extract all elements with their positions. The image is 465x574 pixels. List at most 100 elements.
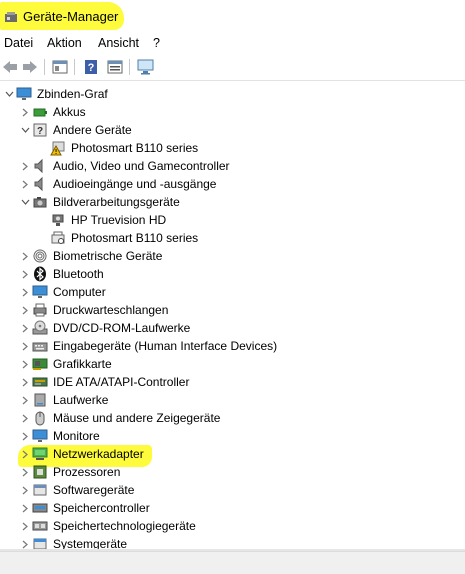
tree-item-photosmart-scanner[interactable]: Photosmart B110 series bbox=[36, 229, 198, 247]
tree-item-audioeingaenge[interactable]: Audioeingänge und -ausgänge bbox=[18, 175, 216, 193]
storage-controller-icon bbox=[32, 500, 48, 516]
menu-ansicht[interactable]: Ansicht bbox=[98, 36, 139, 50]
chevron-right-icon[interactable] bbox=[18, 337, 32, 355]
svg-text:?: ? bbox=[37, 126, 43, 137]
tree-item-akkus[interactable]: Akkus bbox=[18, 103, 86, 121]
chevron-right-icon[interactable] bbox=[18, 391, 32, 409]
tree-item-label: Bluetooth bbox=[53, 267, 104, 281]
tree-item-label: Biometrische Geräte bbox=[53, 249, 163, 263]
chevron-right-icon[interactable] bbox=[18, 283, 32, 301]
chevron-right-icon[interactable] bbox=[18, 445, 32, 463]
tree-item-monitore[interactable]: Monitore bbox=[18, 427, 100, 445]
tree-item-label: Monitore bbox=[53, 429, 100, 443]
tree-item-ide-ata[interactable]: IDE ATA/ATAPI-Controller bbox=[18, 373, 189, 391]
menu-bar: Datei Aktion Ansicht ? bbox=[0, 34, 465, 54]
chevron-down-icon[interactable] bbox=[18, 193, 32, 211]
tree-item-label: Bildverarbeitungsgeräte bbox=[53, 195, 180, 209]
bluetooth-icon bbox=[32, 266, 48, 282]
chevron-right-icon[interactable] bbox=[18, 409, 32, 427]
speaker-icon bbox=[32, 158, 48, 174]
svg-text:?: ? bbox=[88, 62, 95, 74]
chevron-right-icon[interactable] bbox=[18, 175, 32, 193]
chevron-right-icon[interactable] bbox=[18, 517, 32, 535]
menu-datei[interactable]: Datei bbox=[4, 36, 33, 50]
tree-item-druckwarteschlangen[interactable]: Druckwarteschlangen bbox=[18, 301, 168, 319]
tree-item-bildverarbeitung[interactable]: Bildverarbeitungsgeräte bbox=[18, 193, 180, 211]
fingerprint-icon bbox=[32, 248, 48, 264]
chevron-right-icon[interactable] bbox=[18, 103, 32, 121]
printer-icon bbox=[32, 302, 48, 318]
chevron-right-icon[interactable] bbox=[18, 499, 32, 517]
tree-item-eingabegeraete[interactable]: Eingabegeräte (Human Interface Devices) bbox=[18, 337, 277, 355]
tree-item-label: Speichertechnologiegeräte bbox=[53, 519, 196, 533]
tree-item-label: Photosmart B110 series bbox=[71, 231, 199, 245]
tree-item-maeuse[interactable]: Mäuse und andere Zeigegeräte bbox=[18, 409, 220, 427]
forward-icon[interactable] bbox=[21, 58, 39, 76]
view-icon[interactable] bbox=[106, 58, 124, 76]
help-icon[interactable]: ? bbox=[82, 58, 100, 76]
tree-item-bluetooth[interactable]: Bluetooth bbox=[18, 265, 104, 283]
menu-help[interactable]: ? bbox=[153, 36, 160, 50]
chevron-right-icon[interactable] bbox=[18, 265, 32, 283]
tree-item-andere-geraete[interactable]: ? Andere Geräte bbox=[18, 121, 132, 139]
tree-item-label: Akkus bbox=[53, 105, 86, 119]
monitor-scan-icon[interactable] bbox=[137, 58, 155, 76]
unknown-device-icon: ? bbox=[32, 122, 48, 138]
properties-icon[interactable] bbox=[51, 58, 69, 76]
chevron-right-icon[interactable] bbox=[18, 373, 32, 391]
tree-item-label: DVD/CD-ROM-Laufwerke bbox=[53, 321, 191, 335]
tree-item-softwaregeraete[interactable]: Softwaregeräte bbox=[18, 481, 134, 499]
chevron-right-icon[interactable] bbox=[18, 481, 32, 499]
storage-tech-icon bbox=[32, 518, 48, 534]
tree-item-dvd[interactable]: DVD/CD-ROM-Laufwerke bbox=[18, 319, 190, 337]
tree-item-label: Audioeingänge und -ausgänge bbox=[53, 177, 217, 191]
keyboard-icon bbox=[32, 338, 48, 354]
chevron-right-icon[interactable] bbox=[18, 463, 32, 481]
tree-item-grafikkarte[interactable]: Grafikkarte bbox=[18, 355, 112, 373]
tree-item-label: HP Truevision HD bbox=[71, 213, 167, 227]
tree-item-label: Speichercontroller bbox=[53, 501, 150, 515]
tree-root[interactable]: Zbinden-Graf bbox=[2, 85, 108, 103]
chevron-down-icon[interactable] bbox=[18, 121, 32, 139]
back-icon[interactable] bbox=[1, 58, 19, 76]
tree-item-label: Grafikkarte bbox=[53, 357, 112, 371]
tree-item-hp-truevision[interactable]: HP Truevision HD bbox=[36, 211, 166, 229]
tree-root-label: Zbinden-Graf bbox=[37, 87, 108, 101]
tree-item-speichertechnologie[interactable]: Speichertechnologiegeräte bbox=[18, 517, 196, 535]
chevron-right-icon[interactable] bbox=[18, 427, 32, 445]
computer-icon bbox=[32, 284, 48, 300]
tree-item-biometrisch[interactable]: Biometrische Geräte bbox=[18, 247, 162, 265]
window-title: Geräte-Manager bbox=[23, 9, 119, 24]
tree-item-computer[interactable]: Computer bbox=[18, 283, 106, 301]
tree-item-audio-video[interactable]: Audio, Video und Gamecontroller bbox=[18, 157, 230, 175]
chevron-right-icon[interactable] bbox=[18, 355, 32, 373]
webcam-icon bbox=[50, 212, 66, 228]
chevron-down-icon[interactable] bbox=[2, 85, 16, 103]
chevron-right-icon[interactable] bbox=[18, 157, 32, 175]
tree-item-label: Softwaregeräte bbox=[53, 483, 135, 497]
mouse-icon bbox=[32, 410, 48, 426]
tree-item-speichercontroller[interactable]: Speichercontroller bbox=[18, 499, 150, 517]
chevron-right-icon[interactable] bbox=[18, 319, 32, 337]
chevron-right-icon[interactable] bbox=[18, 247, 32, 265]
tree-item-label: Netzwerkadapter bbox=[53, 447, 144, 461]
menu-aktion[interactable]: Aktion bbox=[47, 36, 82, 50]
tree-item-label: Prozessoren bbox=[53, 465, 121, 479]
tree-item-photosmart-unknown[interactable]: Photosmart B110 series bbox=[36, 139, 198, 157]
device-manager-icon bbox=[5, 12, 17, 22]
chevron-right-icon[interactable] bbox=[18, 301, 32, 319]
tree-item-prozessoren[interactable]: Prozessoren bbox=[18, 463, 120, 481]
tree-item-label: Audio, Video und Gamecontroller bbox=[53, 159, 230, 173]
processor-icon bbox=[32, 464, 48, 480]
speaker-icon bbox=[32, 176, 48, 192]
tree-item-label: Computer bbox=[53, 285, 106, 299]
tree-item-laufwerke[interactable]: Laufwerke bbox=[18, 391, 108, 409]
tree-item-label: Eingabegeräte (Human Interface Devices) bbox=[53, 339, 278, 353]
battery-icon bbox=[32, 104, 48, 120]
tree-item-netzwerkadapter[interactable]: Netzwerkadapter bbox=[18, 445, 144, 463]
scanner-icon bbox=[50, 230, 66, 246]
computer-icon bbox=[16, 86, 32, 102]
tree-item-label: Mäuse und andere Zeigegeräte bbox=[53, 411, 221, 425]
controller-icon bbox=[32, 374, 48, 390]
disc-icon bbox=[32, 320, 48, 336]
